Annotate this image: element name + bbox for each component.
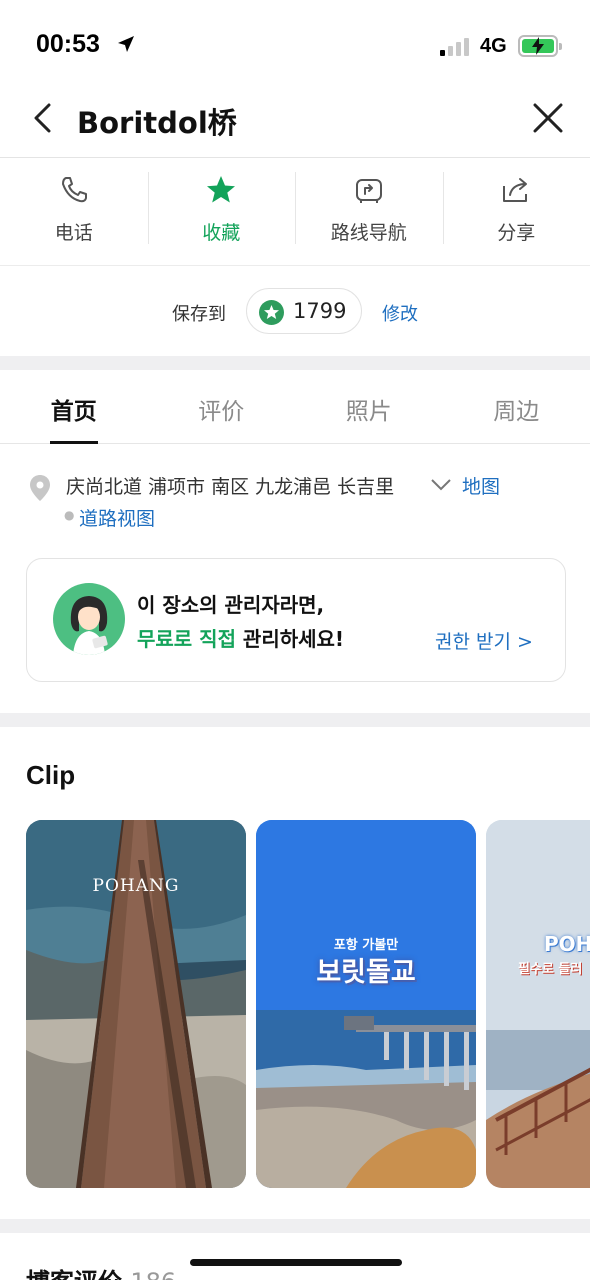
star-badge-icon bbox=[259, 300, 284, 325]
edit-link[interactable]: 修改 bbox=[382, 300, 418, 326]
clip-caption-big: 보릿돌교 bbox=[316, 957, 416, 988]
reviews-title: 博客评价 bbox=[26, 1268, 122, 1280]
address-section: 庆尚北道 浦项市 南区 九龙浦邑 长吉里 地图 ● 道路视图 bbox=[0, 470, 590, 540]
owner-card-line1: 이 장소의 관리자라면, bbox=[137, 593, 325, 617]
status-bar: 00:53 4G bbox=[0, 0, 590, 90]
address-text: 庆尚北道 浦项市 南区 九龙浦邑 长吉里 bbox=[66, 476, 395, 498]
page-title: Boritdol桥 bbox=[77, 106, 237, 140]
owner-claim-card[interactable]: 이 장소의 관리자라면, 무료로 직접 관리하세요! 권한 받기 > bbox=[26, 558, 566, 682]
save-to-label: 保存到 bbox=[172, 304, 226, 325]
owner-avatar bbox=[53, 583, 125, 655]
chevron-down-icon[interactable] bbox=[430, 478, 452, 492]
clip-carousel[interactable]: POHANG 포항 가볼만 보릿돌교 POH 필수로 들러 bbox=[26, 820, 590, 1188]
favorite-button[interactable]: 收藏 bbox=[147, 160, 296, 265]
call-label: 电话 bbox=[54, 222, 93, 244]
clip-card[interactable]: POH 필수로 들러 bbox=[486, 820, 590, 1188]
close-icon bbox=[533, 103, 563, 133]
claim-permission-link[interactable]: 권한 받기 > bbox=[435, 627, 533, 654]
share-icon bbox=[503, 178, 528, 202]
tab-bar: 首页 评价 照片 周边 bbox=[0, 370, 590, 444]
status-time: 00:53 bbox=[36, 30, 100, 58]
tab-nearby[interactable]: 周边 bbox=[443, 370, 590, 443]
clip-card[interactable]: 포항 가볼만 보릿돌교 bbox=[256, 820, 476, 1188]
location-arrow-icon bbox=[116, 34, 136, 58]
clip-subtitle: 필수로 들러 bbox=[518, 962, 583, 977]
home-indicator[interactable] bbox=[190, 1259, 402, 1266]
map-link[interactable]: 地图 bbox=[462, 472, 500, 499]
clip-brand-text: POHANG bbox=[92, 876, 180, 896]
clip-thumbnail-bridge-walk bbox=[486, 820, 590, 1188]
chevron-left-icon bbox=[34, 103, 51, 133]
saved-count-badge[interactable]: 1799 bbox=[246, 288, 362, 334]
clip-brand-text: POH bbox=[544, 932, 590, 956]
route-icon bbox=[355, 179, 382, 203]
blog-reviews-heading: 博客评价 186 bbox=[26, 1262, 176, 1280]
network-type: 4G bbox=[480, 35, 507, 57]
top-bar: Boritdol桥 bbox=[0, 90, 590, 158]
close-button[interactable] bbox=[530, 100, 566, 136]
section-divider bbox=[0, 356, 590, 370]
location-pin-icon bbox=[30, 475, 50, 501]
section-divider bbox=[0, 713, 590, 727]
share-button[interactable]: 分享 bbox=[442, 160, 590, 265]
save-row: 保存到 1799 修改 bbox=[0, 266, 590, 356]
tab-photos[interactable]: 照片 bbox=[295, 370, 443, 443]
battery-icon bbox=[518, 35, 562, 57]
route-label: 路线导航 bbox=[330, 222, 407, 244]
section-divider bbox=[0, 1219, 590, 1233]
clip-card[interactable]: POHANG bbox=[26, 820, 246, 1188]
street-view-link[interactable]: 道路视图 bbox=[79, 504, 155, 531]
bullet-dot: ● bbox=[64, 508, 75, 522]
call-button[interactable]: 电话 bbox=[0, 160, 148, 265]
saved-count: 1799 bbox=[293, 299, 347, 323]
star-icon bbox=[207, 176, 236, 203]
route-button[interactable]: 路线导航 bbox=[295, 160, 443, 265]
clip-section-title: Clip bbox=[26, 760, 76, 790]
action-bar: 电话 收藏 路线导航 分享 bbox=[0, 160, 590, 266]
reviews-count: 186 bbox=[130, 1268, 176, 1280]
owner-card-highlight: 무료로 직접 bbox=[137, 627, 236, 651]
clip-thumbnail-bridge-sea bbox=[256, 820, 476, 1188]
phone-icon bbox=[61, 177, 87, 203]
back-button[interactable] bbox=[26, 100, 62, 136]
favorite-label: 收藏 bbox=[202, 222, 241, 244]
owner-card-line2-rest: 관리하세요! bbox=[235, 627, 345, 651]
tab-reviews[interactable]: 评价 bbox=[148, 370, 296, 443]
owner-card-line2: 무료로 직접 관리하세요! bbox=[137, 623, 344, 652]
share-label: 分享 bbox=[497, 222, 536, 244]
signal-icon bbox=[440, 36, 469, 56]
tab-home[interactable]: 首页 bbox=[0, 370, 148, 443]
